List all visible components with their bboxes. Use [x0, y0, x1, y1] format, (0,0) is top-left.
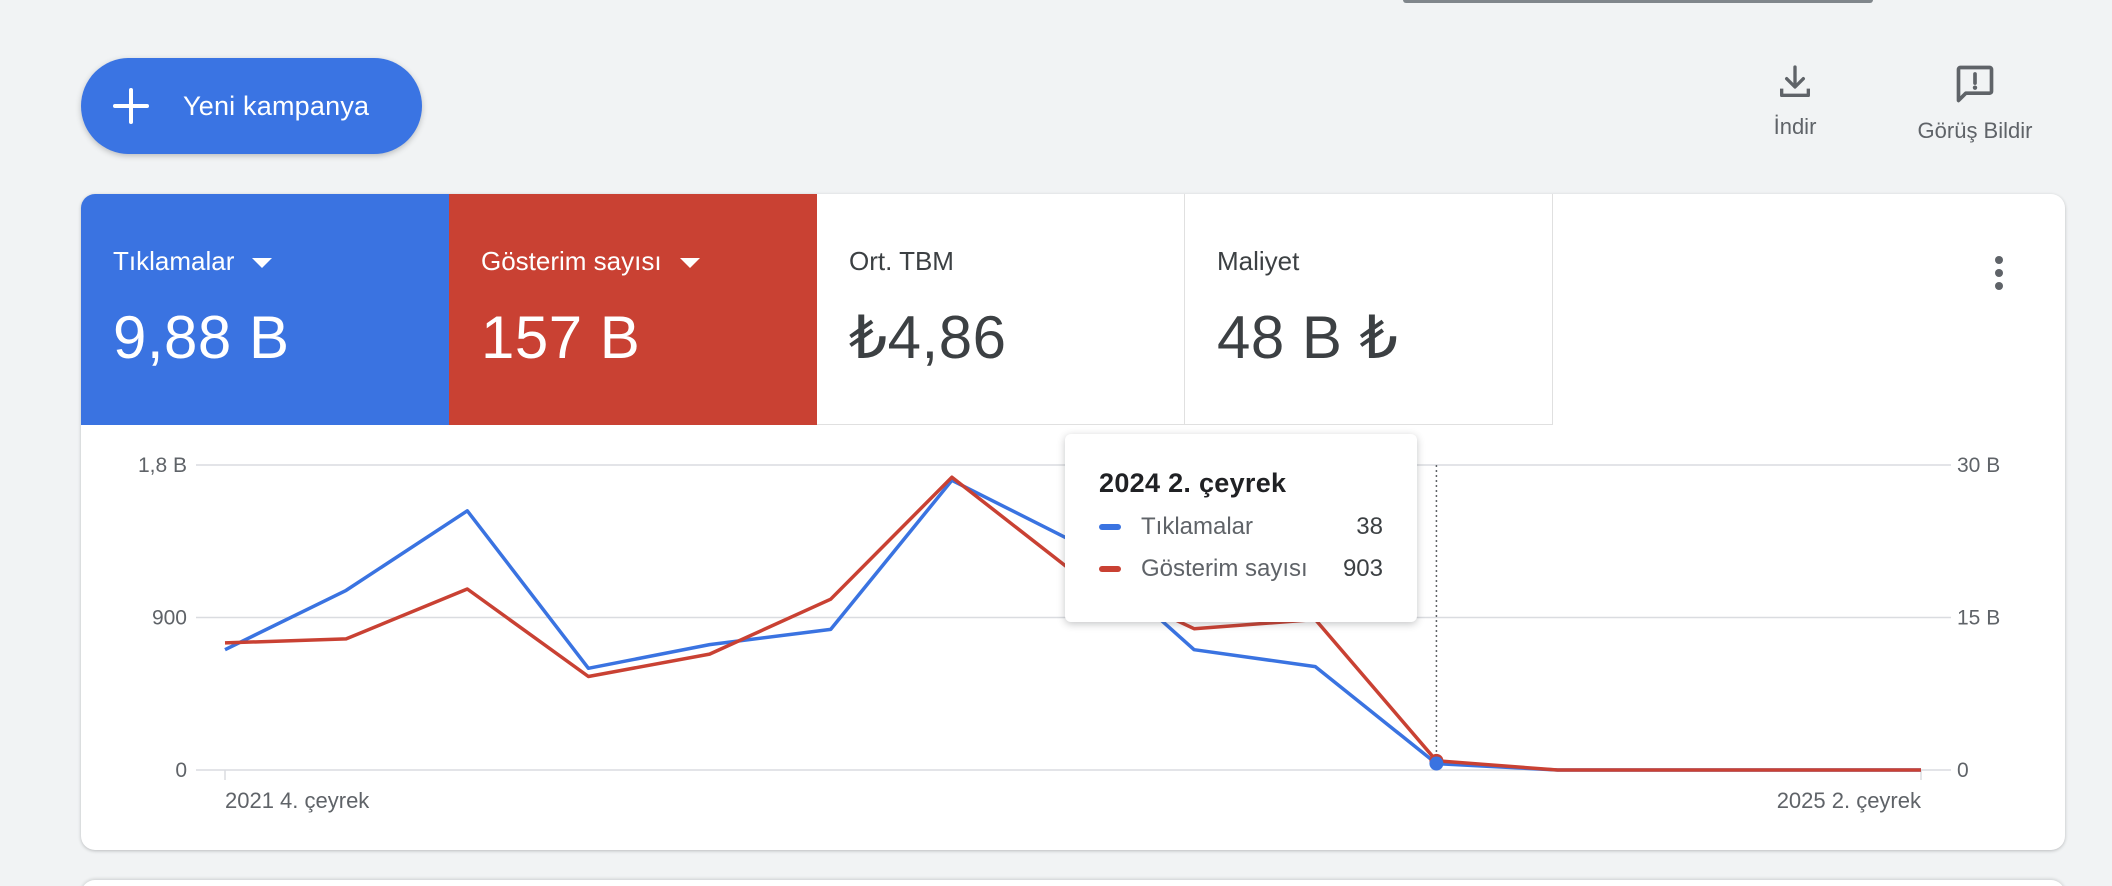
y-right-tick-label: 0 — [1957, 759, 1969, 782]
tooltip-row-clicks: Tıklamalar 38 — [1099, 513, 1383, 541]
x-tick-label: 2021 4. çeyrek — [225, 788, 370, 813]
tooltip-title: 2024 2. çeyrek — [1099, 468, 1287, 498]
chart-tooltip: 2024 2. çeyrek Tıklamalar 38 Gösterim sa… — [1065, 434, 1417, 622]
page: Yeni kampanya İndir Görüş Bildir Tıklama… — [0, 0, 2112, 886]
tooltip-swatch-impressions — [1099, 566, 1121, 572]
y-right-tick-label: 30 B — [1957, 454, 2000, 477]
feedback-label: Görüş Bildir — [1917, 118, 2033, 143]
download-button[interactable]: İndir — [1765, 62, 1825, 140]
y-left-tick-label: 0 — [175, 759, 187, 782]
y-left-tick-label: 1,8 B — [138, 454, 187, 477]
scroll-indicator — [1403, 0, 1873, 3]
tooltip-row-impressions: Gösterim sayısı 903 — [1099, 555, 1383, 583]
tooltip-name-clicks: Tıklamalar — [1141, 513, 1254, 540]
tooltip-name-impressions: Gösterim sayısı — [1141, 555, 1308, 582]
plus-icon — [113, 88, 149, 124]
highlight-point-clicks — [1429, 756, 1444, 771]
tooltip-swatch-clicks — [1099, 524, 1121, 530]
performance-chart-card: Tıklamalar 9,88 B Gösterim sayısı 157 B … — [81, 194, 2065, 850]
feedback-button[interactable]: Görüş Bildir — [1905, 62, 2045, 144]
next-card-edge — [81, 880, 2065, 886]
tooltip-value-clicks: 38 — [1356, 513, 1383, 540]
download-icon — [1780, 65, 1810, 98]
x-tick-label: 2025 2. çeyrek — [1777, 788, 1922, 813]
new-campaign-button[interactable]: Yeni kampanya — [81, 58, 422, 154]
feedback-icon — [1956, 65, 1994, 103]
y-right-tick-label: 15 B — [1957, 607, 2000, 630]
download-label: İndir — [1773, 114, 1817, 139]
new-campaign-label: Yeni kampanya — [183, 90, 370, 121]
tooltip-value-impressions: 903 — [1342, 555, 1383, 582]
y-left-tick-label: 900 — [152, 607, 187, 630]
